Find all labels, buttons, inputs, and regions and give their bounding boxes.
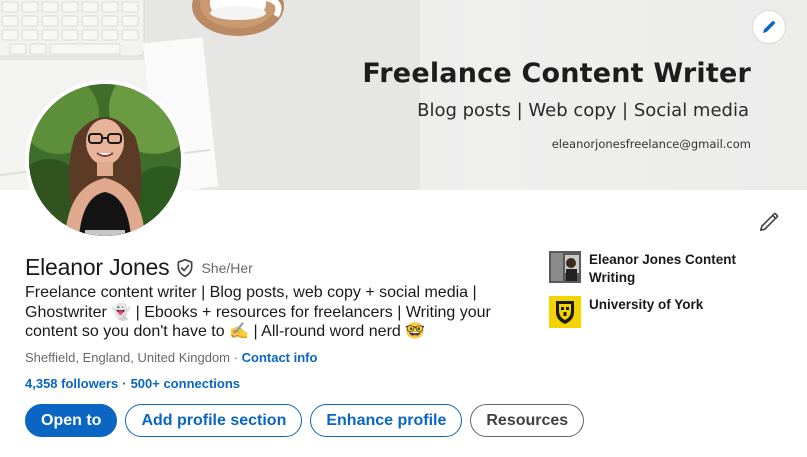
open-to-button[interactable]: Open to [25,404,118,437]
organizations-list: Eleanor Jones Content Writing University… [549,251,769,337]
edit-intro-button[interactable] [754,207,784,237]
company-logo [549,251,581,283]
shield-check-icon [177,258,193,277]
avatar[interactable] [25,80,185,240]
pencil-icon [759,212,779,232]
banner-email: eleanorjonesfreelance@gmail.com [551,137,751,151]
school-logo [549,296,581,328]
profile-headline: Freelance content writer | Blog posts, w… [25,284,491,340]
location-row: Sheffield, England, United Kingdom · Con… [25,350,317,365]
edit-banner-button[interactable] [753,11,785,43]
pronouns: She/Her [201,259,253,276]
add-profile-section-button[interactable]: Add profile section [125,404,303,437]
banner-title: Freelance Content Writer [362,58,751,89]
resources-button[interactable]: Resources [470,404,585,437]
verified-badge[interactable] [175,258,195,278]
profile-actions: Open to Add profile section Enhance prof… [25,404,585,437]
org-school-name: University of York [589,297,704,312]
location: Sheffield, England, United Kingdom [25,350,231,365]
org-company[interactable]: Eleanor Jones Content Writing [549,251,769,287]
connections-link[interactable]: 500+ connections [131,376,240,391]
name-row: Eleanor Jones She/Her [25,254,253,281]
followers-link[interactable]: 4,358 followers [25,376,118,391]
org-school[interactable]: University of York [549,296,769,328]
enhance-profile-button[interactable]: Enhance profile [310,404,463,437]
pencil-icon [763,20,776,33]
org-company-name: Eleanor Jones Content Writing [589,252,737,285]
separator: · [233,350,238,365]
profile-photo [29,84,181,236]
separator: · [122,376,127,391]
banner-subtitle: Blog posts | Web copy | Social media [417,100,749,121]
contact-info-link[interactable]: Contact info [242,350,318,365]
network-row: 4,358 followers · 500+ connections [25,376,240,391]
profile-name: Eleanor Jones [25,254,170,280]
